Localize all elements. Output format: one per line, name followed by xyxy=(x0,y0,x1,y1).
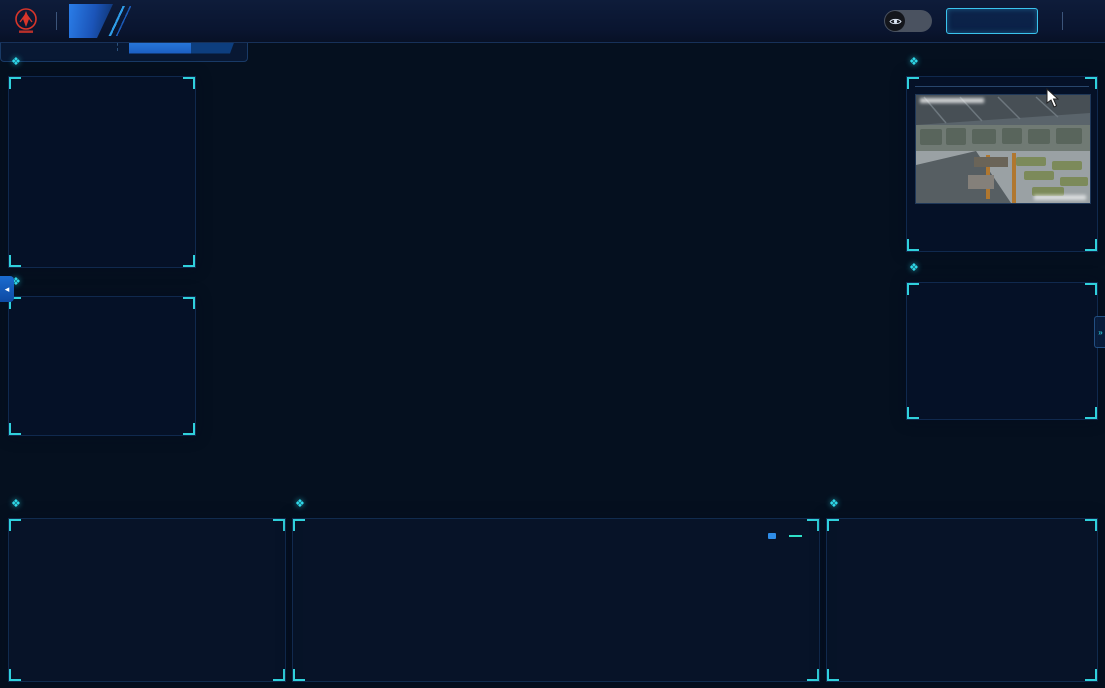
cctv-still xyxy=(916,95,1090,203)
video-panel-title: ❖ xyxy=(909,55,924,68)
header-divider xyxy=(1062,12,1063,30)
legend-line xyxy=(789,535,805,537)
legend-bar xyxy=(768,533,779,539)
energy-panel-title: ❖ xyxy=(11,55,26,68)
efficiency-panel: ❖ xyxy=(292,518,820,682)
hourly-chart-legend xyxy=(768,533,805,539)
view-control-tab[interactable]: ◂ xyxy=(0,276,14,302)
visibility-toggle[interactable] xyxy=(884,10,932,32)
corner-accents xyxy=(293,519,819,681)
header-divider xyxy=(56,12,57,30)
diamond-icon: ❖ xyxy=(11,497,21,510)
line-selector-dropdown[interactable] xyxy=(946,8,1038,34)
video-panel: ❖ xyxy=(906,76,1098,252)
energy-panel: ❖ xyxy=(8,76,196,268)
dashboard: ❖ ❖ xyxy=(0,0,1105,688)
bar-legend-icon xyxy=(768,533,776,539)
production-panel: ❖ xyxy=(8,518,286,682)
app-header xyxy=(0,0,1105,43)
video-tabs xyxy=(915,83,1089,87)
equipment-panel: ❖ xyxy=(906,282,1098,420)
orders-panel-title: ❖ xyxy=(829,497,844,510)
diamond-icon: ❖ xyxy=(909,261,919,274)
panel-collapse-chevron-icon[interactable]: » xyxy=(1094,316,1105,348)
efficiency-stats xyxy=(303,533,391,539)
orders-panel: ❖ xyxy=(826,518,1098,682)
quality-panel: ❖ xyxy=(8,296,196,436)
corner-accents xyxy=(827,519,1097,681)
diamond-icon: ❖ xyxy=(11,55,21,68)
corner-accents xyxy=(9,77,195,267)
production-panel-title: ❖ xyxy=(11,497,26,510)
cctv-timestamp-overlay xyxy=(920,98,984,103)
corner-accents xyxy=(9,519,285,681)
cctv-label-overlay xyxy=(1034,195,1086,200)
company-logo xyxy=(0,8,46,34)
corner-accents xyxy=(9,297,195,435)
company-logo-icon xyxy=(14,8,38,34)
eye-icon xyxy=(885,11,905,31)
diamond-icon: ❖ xyxy=(829,497,839,510)
line-legend-icon xyxy=(789,535,802,537)
video-frame[interactable] xyxy=(915,94,1091,204)
efficiency-panel-title: ❖ xyxy=(295,497,310,510)
diamond-icon: ❖ xyxy=(295,497,305,510)
equipment-panel-title: ❖ xyxy=(909,261,924,274)
corner-accents xyxy=(907,283,1097,419)
diamond-icon: ❖ xyxy=(909,55,919,68)
